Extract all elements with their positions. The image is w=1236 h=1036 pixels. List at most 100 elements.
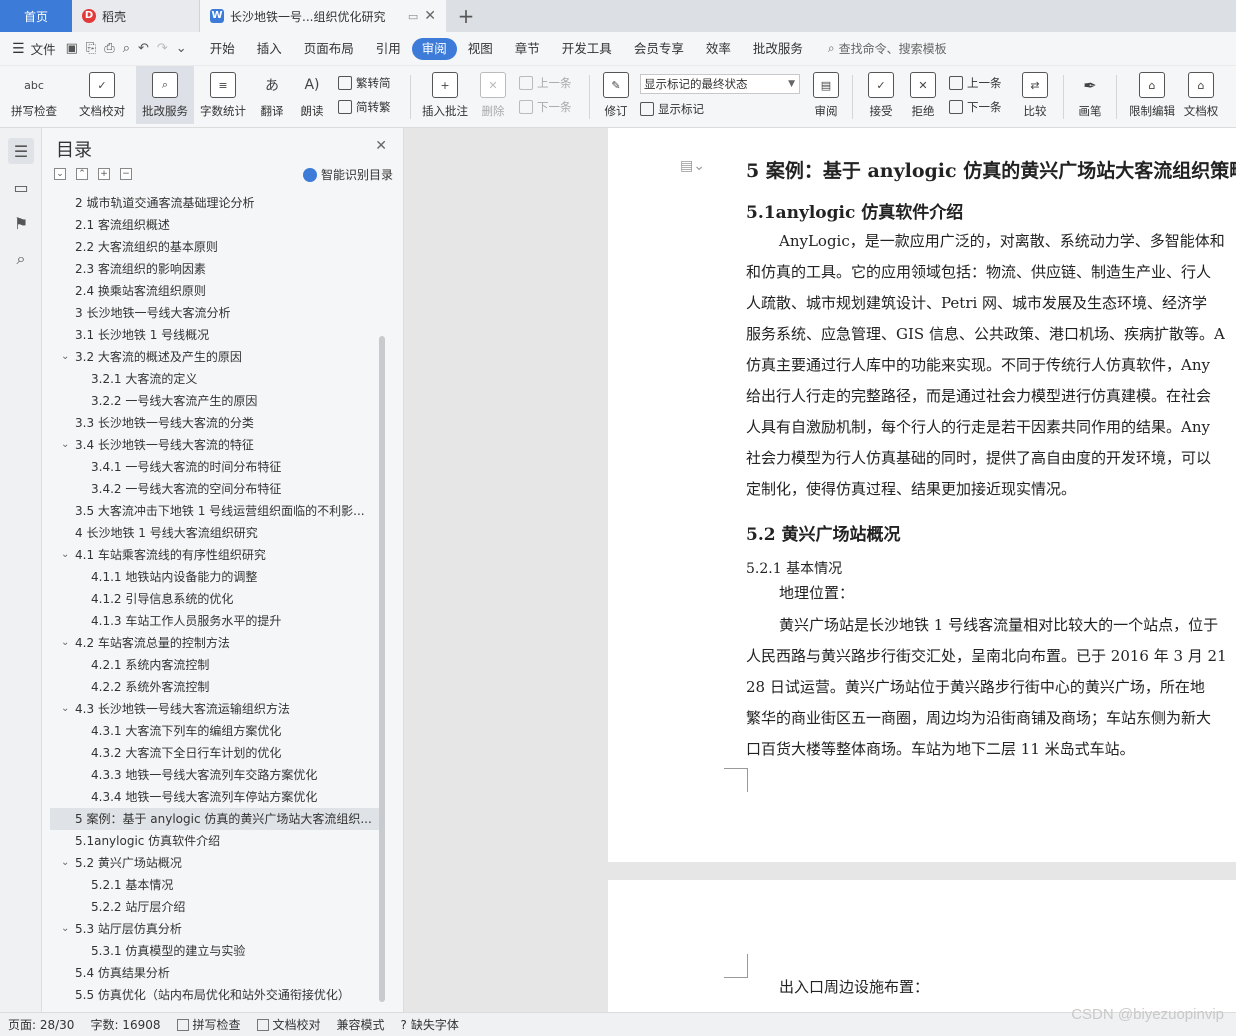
word-count-button[interactable]: ≡ 字数统计 (194, 66, 252, 124)
chapter-nav-icon[interactable]: ▭ (8, 174, 34, 200)
pen-button[interactable]: ✒ 画笔 (1070, 66, 1110, 124)
toc-item[interactable]: 2 城市轨道交通客流基础理论分析 (50, 192, 380, 214)
expand-all-icon[interactable]: ⌃ (76, 168, 88, 180)
toc-item[interactable]: ⌄ 4.3 长沙地铁一号线大客流运输组织方法 (50, 698, 380, 720)
export-icon[interactable]: ⎘ (86, 41, 96, 56)
toc-item[interactable]: ⌄ 4.2 车站客流总量的控制方法 (50, 632, 380, 654)
delete-comment-button[interactable]: ✕ 删除 (473, 66, 513, 124)
compare-button[interactable]: ⇄ 比较 (1013, 66, 1057, 124)
prev-comment-button[interactable]: 上一条 (519, 74, 583, 92)
simp-to-trad-button[interactable]: 简转繁 (338, 98, 404, 116)
chevron-down-icon[interactable]: ⌄ (61, 346, 69, 368)
document-area[interactable]: ▤⌄ 5 案例：基于 anylogic 仿真的黄兴广场站大客流组织策略 5.1a… (404, 128, 1236, 1012)
menu-references[interactable]: 引用 (365, 38, 412, 60)
smart-toc-button[interactable]: 智能识别目录 (302, 166, 393, 183)
markup-mode-select[interactable]: 显示标记的最终状态 ▼ (640, 74, 800, 94)
restrict-editing-button[interactable]: ⌂ 限制编辑 (1123, 66, 1181, 124)
toc-item[interactable]: 4.1.2 引导信息系统的优化 (50, 588, 380, 610)
toc-item[interactable]: 4.3.2 大客流下全日行车计划的优化 (50, 742, 380, 764)
missing-font[interactable]: ? 缺失字体 (393, 1016, 467, 1033)
toc-item[interactable]: ⌄ 5.2 黄兴广场站概况 (50, 852, 380, 874)
toc-item[interactable]: 3.4.1 一号线大客流的时间分布特征 (50, 456, 380, 478)
toc-rail-icon[interactable]: ☰ (8, 138, 34, 164)
toc-item[interactable]: 5.1anylogic 仿真软件介绍 (50, 830, 380, 852)
command-search[interactable]: ⌕ 查找命令、搜索模板 (828, 40, 947, 57)
translate-button[interactable]: あ 翻译 (252, 66, 292, 124)
bookmark-icon[interactable]: ⚑ (8, 210, 34, 236)
save-icon[interactable]: ▣ (66, 41, 78, 56)
toc-item[interactable]: 5.5 仿真优化（站内布局优化和站外交通衔接优化） (50, 984, 380, 1006)
chevron-down-icon[interactable]: ⌄ (61, 698, 69, 720)
toc-item[interactable]: 3 长沙地铁一号线大客流分析 (50, 302, 380, 324)
spell-check-button[interactable]: abc 拼写检查 (0, 66, 68, 124)
doc-proof-button[interactable]: ✓ 文档校对 (68, 66, 136, 124)
correction-service-button[interactable]: ⌕ 批改服务 (136, 66, 194, 124)
accept-button[interactable]: ✓ 接受 (859, 66, 903, 124)
insert-comment-button[interactable]: + 插入批注 (417, 66, 473, 124)
toc-item[interactable]: 4.1.1 地铁站内设备能力的调整 (50, 566, 380, 588)
toc-item[interactable]: 2.3 客流组织的影响因素 (50, 258, 380, 280)
menu-insert[interactable]: 插入 (246, 38, 293, 60)
toc-item[interactable]: 4.3.3 地铁一号线大客流列车交路方案优化 (50, 764, 380, 786)
menu-view[interactable]: 视图 (457, 38, 504, 60)
remove-level-icon[interactable]: − (120, 168, 132, 180)
new-tab-button[interactable]: + (446, 0, 486, 32)
chevron-down-icon[interactable]: ⌄ (61, 434, 69, 456)
toc-item[interactable]: 5 案例：基于 anylogic 仿真的黄兴广场站大客流组织... (50, 808, 380, 830)
more-icon[interactable]: ⌄ (176, 41, 187, 56)
toc-item[interactable]: 3.2.1 大客流的定义 (50, 368, 380, 390)
toc-item[interactable]: 5.4 仿真结果分析 (50, 962, 380, 984)
toc-item[interactable]: 5.3.1 仿真模型的建立与实验 (50, 940, 380, 962)
preview-icon[interactable]: ⌕ (123, 41, 130, 56)
menu-member[interactable]: 会员专享 (623, 38, 695, 60)
toc-item[interactable]: 4.2.1 系统内客流控制 (50, 654, 380, 676)
word-count-indicator[interactable]: 字数: 16908 (82, 1016, 168, 1033)
show-markup-button[interactable]: 显示标记 (640, 100, 806, 118)
toc-item[interactable]: ⌄ 3.2 大客流的概述及产生的原因 (50, 346, 380, 368)
toc-item[interactable]: 4.1.3 车站工作人员服务水平的提升 (50, 610, 380, 632)
toc-item[interactable]: 4.3.1 大客流下列车的编组方案优化 (50, 720, 380, 742)
search-icon[interactable]: ⌕ (8, 246, 34, 272)
document-page-next[interactable]: 出入口周边设施布置： (608, 880, 1236, 1012)
toc-item[interactable]: 3.3 长沙地铁一号线大客流的分类 (50, 412, 380, 434)
status-doc-proof[interactable]: 文档校对 (249, 1016, 329, 1033)
menu-page-layout[interactable]: 页面布局 (293, 38, 365, 60)
toc-item[interactable]: ⌄ 3.4 长沙地铁一号线大客流的特征 (50, 434, 380, 456)
chevron-down-icon[interactable]: ⌄ (61, 544, 69, 566)
paragraph-menu-icon[interactable]: ▤⌄ (680, 158, 705, 174)
menu-review[interactable]: 审阅 (411, 37, 457, 60)
menu-correction[interactable]: 批改服务 (742, 38, 814, 60)
tab-pin-icon[interactable]: ▭ (408, 10, 418, 23)
read-aloud-button[interactable]: A) 朗读 (292, 66, 332, 124)
toc-item[interactable]: 3.2.2 一号线大客流产生的原因 (50, 390, 380, 412)
chevron-down-icon[interactable]: ⌄ (61, 852, 69, 874)
toc-scrollbar[interactable] (379, 336, 385, 1002)
reject-button[interactable]: ✕ 拒绝 (903, 66, 943, 124)
document-page[interactable]: ▤⌄ 5 案例：基于 anylogic 仿真的黄兴广场站大客流组织策略 5.1a… (608, 128, 1236, 862)
print-icon[interactable]: ⎙ (104, 41, 114, 56)
menu-efficiency[interactable]: 效率 (695, 38, 742, 60)
tab-home[interactable]: 首页 (0, 0, 72, 32)
toc-item[interactable]: ⌄ 5.3 站厅层仿真分析 (50, 918, 380, 940)
review-pane-button[interactable]: ▤ 审阅 (806, 66, 846, 124)
collapse-all-icon[interactable]: ⌄ (54, 168, 66, 180)
toc-item[interactable]: 2.4 换乘站客流组织原则 (50, 280, 380, 302)
toc-item[interactable]: 5.2.2 站厅层介绍 (50, 896, 380, 918)
toc-item[interactable]: 3.1 长沙地铁 1 号线概况 (50, 324, 380, 346)
status-spell-check[interactable]: 拼写检查 (169, 1016, 249, 1033)
chevron-down-icon[interactable]: ⌄ (61, 918, 69, 940)
add-level-icon[interactable]: + (98, 168, 110, 180)
toc-item[interactable]: 2.2 大客流组织的基本原则 (50, 236, 380, 258)
toc-item[interactable]: 3.4.2 一号线大客流的空间分布特征 (50, 478, 380, 500)
toc-item[interactable]: 4 长沙地铁 1 号线大客流组织研究 (50, 522, 380, 544)
next-comment-button[interactable]: 下一条 (519, 98, 583, 116)
undo-icon[interactable]: ↶ (138, 41, 149, 56)
menu-chapter[interactable]: 章节 (504, 38, 551, 60)
close-icon[interactable]: ✕ (375, 138, 387, 154)
menu-start[interactable]: 开始 (199, 38, 246, 60)
redo-icon[interactable]: ↷ (157, 41, 168, 56)
toc-item[interactable]: 5.2.1 基本情况 (50, 874, 380, 896)
tab-daoke[interactable]: D 稻壳 (72, 0, 200, 32)
doc-permission-button[interactable]: ⌂ 文档权 (1181, 66, 1221, 124)
page-indicator[interactable]: 页面: 28/30 (0, 1016, 82, 1033)
